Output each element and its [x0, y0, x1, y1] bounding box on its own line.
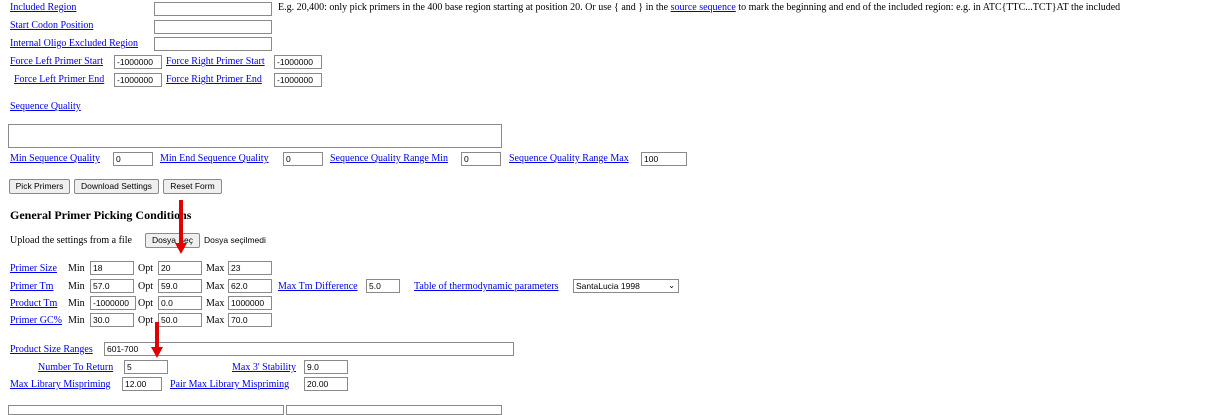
- thermodynamic-table-value: SantaLucia 1998: [576, 281, 640, 291]
- primer-tm-min-input[interactable]: 57.0: [90, 279, 134, 293]
- download-settings-button[interactable]: Download Settings: [74, 179, 159, 194]
- included-region-input[interactable]: [154, 2, 272, 16]
- force-left-start-input[interactable]: -1000000: [114, 55, 162, 69]
- primer-gc-min-label: Min: [68, 315, 85, 326]
- force-right-start-input[interactable]: -1000000: [274, 55, 322, 69]
- product-tm-max-label: Max: [206, 298, 225, 309]
- sequence-quality-range-max-input[interactable]: 100: [641, 152, 687, 166]
- hint-prefix: E.g. 20,400: only pick primers in the 40…: [278, 2, 669, 13]
- page: { "included_region": {"label": "Included…: [0, 0, 1211, 415]
- primer-gc-max-label: Max: [206, 315, 225, 326]
- force-left-end-input[interactable]: -1000000: [114, 73, 162, 87]
- annotation-arrow-down-icon: [174, 200, 188, 260]
- sequence-quality-range-min-link[interactable]: Sequence Quality Range Min: [330, 153, 448, 164]
- general-conditions-heading: General Primer Picking Conditions: [10, 208, 192, 222]
- chevron-down-icon: ⌄: [668, 281, 675, 290]
- annotation-arrow-down-icon-2: [150, 322, 164, 362]
- force-right-end-link[interactable]: Force Right Primer End: [166, 74, 262, 85]
- primer-tm-opt-label: Opt: [138, 281, 153, 292]
- max-3-stability-input[interactable]: 9.0: [304, 360, 348, 374]
- pick-primers-button[interactable]: Pick Primers: [9, 179, 70, 194]
- pair-max-library-mispriming-link[interactable]: Pair Max Library Mispriming: [170, 379, 289, 390]
- number-to-return-input[interactable]: 5: [124, 360, 168, 374]
- reset-form-button[interactable]: Reset Form: [163, 179, 222, 194]
- primer-size-max-label: Max: [206, 263, 225, 274]
- max-library-mispriming-input[interactable]: 12.00: [122, 377, 162, 391]
- product-tm-min-input[interactable]: -1000000: [90, 296, 136, 310]
- force-left-end-link[interactable]: Force Left Primer End: [14, 74, 104, 85]
- min-sequence-quality-input[interactable]: 0: [113, 152, 153, 166]
- number-to-return-link[interactable]: Number To Return: [38, 362, 113, 373]
- max-tm-difference-input[interactable]: 5.0: [366, 279, 400, 293]
- max-library-mispriming-link[interactable]: Max Library Mispriming: [10, 379, 111, 390]
- force-right-start-link[interactable]: Force Right Primer Start: [166, 56, 265, 67]
- hint-suffix: to mark the beginning and end of the inc…: [738, 2, 1121, 13]
- source-sequence-link[interactable]: source sequence: [671, 2, 736, 13]
- min-sequence-quality-link[interactable]: Min Sequence Quality: [10, 153, 100, 164]
- primer-gc-max-input[interactable]: 70.0: [228, 313, 272, 327]
- sequence-quality-range-max-link[interactable]: Sequence Quality Range Max: [509, 153, 629, 164]
- max-3-stability-link[interactable]: Max 3' Stability: [232, 362, 296, 373]
- start-codon-link[interactable]: Start Codon Position: [10, 20, 93, 31]
- min-end-sequence-quality-input[interactable]: 0: [283, 152, 323, 166]
- sequence-quality-textarea[interactable]: [8, 124, 502, 148]
- force-left-start-link[interactable]: Force Left Primer Start: [10, 56, 103, 67]
- sequence-quality-link[interactable]: Sequence Quality: [10, 101, 81, 112]
- primer-size-opt-label: Opt: [138, 263, 153, 274]
- file-status: Dosya seçilmedi: [204, 235, 266, 245]
- included-region-hint: E.g. 20,400: only pick primers in the 40…: [278, 2, 1120, 13]
- primer-tm-opt-input[interactable]: 59.0: [158, 279, 202, 293]
- primer-size-opt-input[interactable]: 20: [158, 261, 202, 275]
- primer-size-min-input[interactable]: 18: [90, 261, 134, 275]
- bottom-field-right[interactable]: [286, 405, 502, 415]
- sequence-quality-range-min-input[interactable]: 0: [461, 152, 501, 166]
- start-codon-input[interactable]: [154, 20, 272, 34]
- primer-size-link[interactable]: Primer Size: [10, 263, 57, 274]
- product-tm-max-input[interactable]: 1000000: [228, 296, 272, 310]
- primer-size-min-label: Min: [68, 263, 85, 274]
- primer-tm-max-label: Max: [206, 281, 225, 292]
- product-tm-opt-input[interactable]: 0.0: [158, 296, 202, 310]
- primer-gc-opt-input[interactable]: 50.0: [158, 313, 202, 327]
- product-size-ranges-input[interactable]: 601-700: [104, 342, 514, 356]
- product-tm-link[interactable]: Product Tm: [10, 298, 57, 309]
- internal-oligo-excluded-link[interactable]: Internal Oligo Excluded Region: [10, 38, 138, 49]
- primer-gc-min-input[interactable]: 30.0: [90, 313, 134, 327]
- primer-tm-min-label: Min: [68, 281, 85, 292]
- thermodynamic-table-select[interactable]: SantaLucia 1998 ⌄: [573, 279, 679, 293]
- upload-label: Upload the settings from a file: [10, 235, 132, 246]
- product-tm-min-label: Min: [68, 298, 85, 309]
- primer-size-max-input[interactable]: 23: [228, 261, 272, 275]
- thermodynamic-table-link[interactable]: Table of thermodynamic parameters: [414, 281, 559, 292]
- bottom-field-left[interactable]: [8, 405, 284, 415]
- included-region-link[interactable]: Included Region: [10, 2, 76, 13]
- choose-file-button[interactable]: Dosya Seç: [145, 233, 200, 248]
- primer-tm-max-input[interactable]: 62.0: [228, 279, 272, 293]
- primer-gc-link[interactable]: Primer GC%: [10, 315, 62, 326]
- min-end-sequence-quality-link[interactable]: Min End Sequence Quality: [160, 153, 269, 164]
- primer-tm-link[interactable]: Primer Tm: [10, 281, 53, 292]
- max-tm-difference-link[interactable]: Max Tm Difference: [278, 281, 358, 292]
- product-size-ranges-link[interactable]: Product Size Ranges: [10, 344, 93, 355]
- internal-oligo-excluded-input[interactable]: [154, 37, 272, 51]
- force-right-end-input[interactable]: -1000000: [274, 73, 322, 87]
- product-tm-opt-label: Opt: [138, 298, 153, 309]
- pair-max-library-mispriming-input[interactable]: 20.00: [304, 377, 348, 391]
